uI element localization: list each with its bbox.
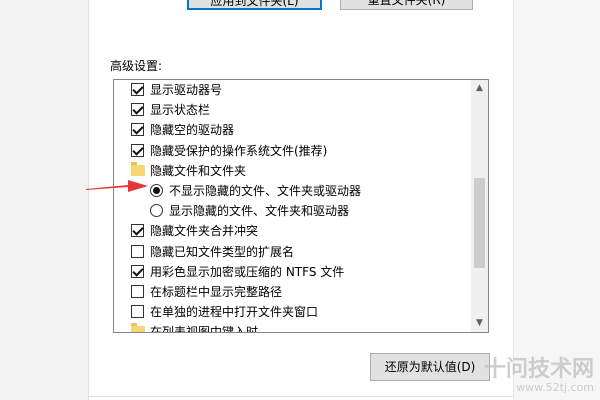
setting-label: 隐藏已知文件类型的扩展名 [150, 244, 295, 259]
apply-to-folders-button[interactable]: 应用到文件夹(L) [187, 0, 322, 10]
setting-row[interactable]: 在列表视图中键入时 [114, 322, 472, 332]
setting-label: 显示驱动器号 [150, 83, 223, 97]
setting-row[interactable]: 不显示隐藏的文件、文件夹或驱动器 [114, 181, 472, 201]
setting-row[interactable]: 显示隐藏的文件、文件夹和驱动器 [114, 201, 472, 221]
settings-items: 显示驱动器号 显示状态栏隐藏空的驱动器隐藏受保护的操作系统文件(推荐) 隐藏文件和文… [114, 80, 472, 332]
setting-row[interactable]: 显示驱动器号 [114, 80, 472, 100]
setting-label: 隐藏受保护的操作系统文件(推荐) [150, 143, 328, 158]
checkbox[interactable] [131, 244, 144, 258]
folder-icon [131, 323, 145, 332]
advanced-settings-label: 高级设置: [110, 59, 163, 73]
setting-label: 隐藏空的驱动器 [150, 123, 235, 138]
checkbox[interactable] [131, 284, 144, 298]
setting-label: 在标题栏中显示完整路径 [150, 284, 283, 299]
radio-button[interactable] [150, 183, 163, 197]
setting-row[interactable]: 显示状态栏 [114, 100, 472, 120]
checkbox[interactable] [131, 264, 144, 278]
watermark: 十问技术网 www.52tj.com [484, 358, 594, 394]
setting-label: 在列表视图中键入时 [150, 322, 258, 332]
checkbox[interactable] [131, 83, 144, 96]
setting-label: 在单独的进程中打开文件夹窗口 [150, 305, 319, 320]
scrollbar-thumb[interactable] [474, 178, 485, 268]
setting-row[interactable]: 在标题栏中显示完整路径 [114, 282, 472, 302]
restore-defaults-button[interactable]: 还原为默认值(D) [370, 353, 490, 381]
left-background [0, 0, 89, 400]
scroll-up-arrow-icon[interactable]: ▲ [471, 80, 488, 97]
radio-button[interactable] [150, 204, 163, 218]
red-annotation-arrow-icon [86, 180, 148, 192]
folder-icon [131, 161, 145, 176]
setting-row[interactable]: 隐藏空的驱动器 [114, 120, 472, 140]
scrollbar[interactable]: ▲ ▼ [471, 80, 488, 332]
setting-row[interactable]: 用彩色显示加密或压缩的 NTFS 文件 [114, 262, 472, 282]
setting-label: 显示隐藏的文件、文件夹和驱动器 [169, 204, 350, 219]
setting-row[interactable]: 隐藏文件夹合并冲突 [114, 221, 472, 241]
right-background [513, 0, 600, 400]
divider [89, 396, 513, 397]
scroll-down-arrow-icon[interactable]: ▼ [471, 315, 488, 332]
watermark-logo-text: 十问技术网 [483, 357, 594, 382]
setting-row[interactable]: 在单独的进程中打开文件夹窗口 [114, 302, 472, 322]
watermark-url: www.52tj.com [516, 381, 594, 394]
checkbox[interactable] [131, 224, 144, 238]
setting-label: 隐藏文件和文件夹 [150, 163, 247, 178]
setting-label: 不显示隐藏的文件、文件夹或驱动器 [169, 183, 362, 198]
setting-label: 隐藏文件夹合并冲突 [150, 224, 259, 239]
checkbox[interactable] [131, 305, 144, 319]
setting-row[interactable]: 隐藏文件和文件夹 [114, 161, 472, 181]
checkbox[interactable] [131, 103, 144, 117]
setting-label: 显示状态栏 [150, 103, 211, 118]
advanced-settings-list[interactable]: 显示驱动器号 显示状态栏隐藏空的驱动器隐藏受保护的操作系统文件(推荐) 隐藏文件和文… [113, 79, 489, 333]
checkbox[interactable] [131, 143, 144, 157]
setting-row[interactable]: 隐藏已知文件类型的扩展名 [114, 242, 472, 262]
reset-folders-button[interactable]: 重置文件夹(R) [340, 0, 473, 10]
checkbox[interactable] [131, 123, 144, 137]
setting-row[interactable]: 隐藏受保护的操作系统文件(推荐) [114, 141, 472, 161]
setting-label: 用彩色显示加密或压缩的 NTFS 文件 [150, 264, 345, 279]
